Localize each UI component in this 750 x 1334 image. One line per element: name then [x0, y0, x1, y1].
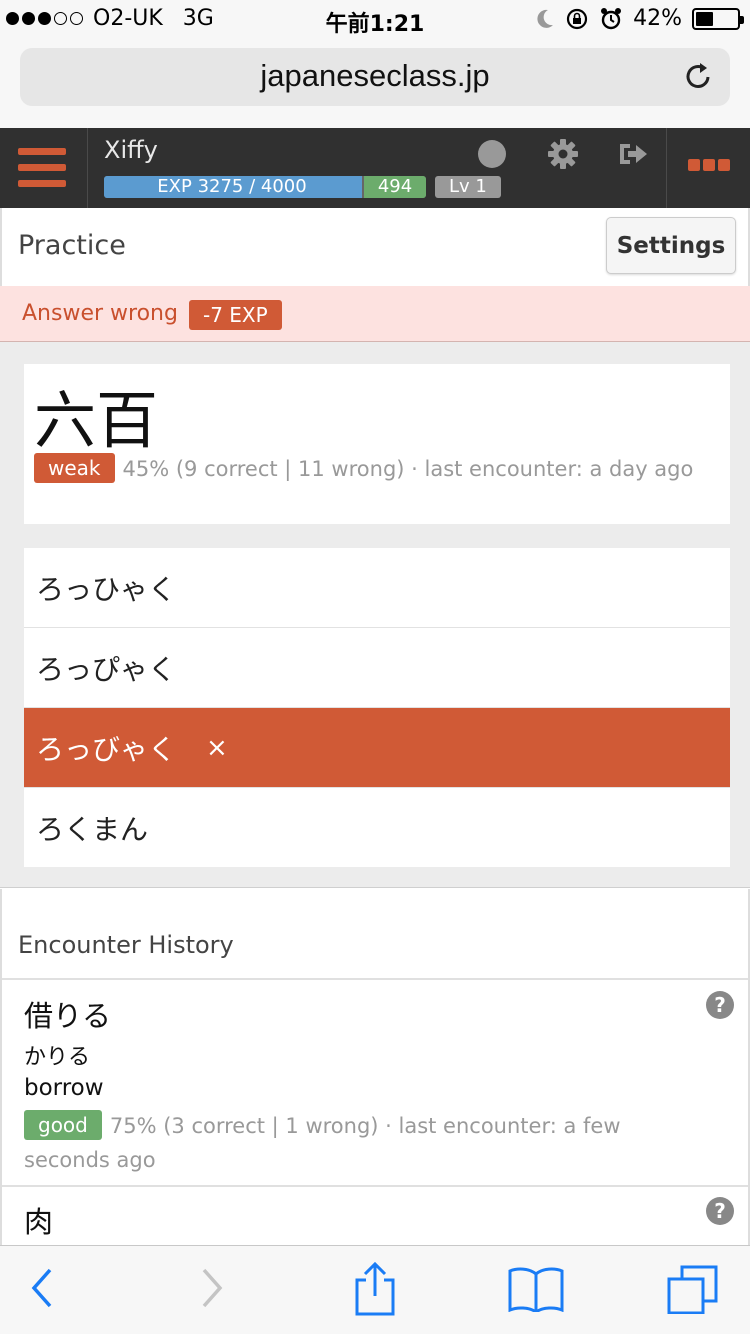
tabs-icon[interactable]: [666, 1264, 720, 1314]
choice-label: ろっびゃく: [36, 732, 177, 766]
entry-stats: good 75% (3 correct | 1 wrong) · last enc…: [24, 1109, 704, 1177]
encounter-history: Encounter History 借りる かりる borrow good 75%…: [0, 889, 750, 1249]
gear-icon[interactable]: [545, 136, 581, 172]
browser-address-area: japaneseclass.jp: [0, 40, 750, 128]
choice-label: ろっひゃく: [36, 572, 177, 606]
choice-1[interactable]: ろっひゃく: [24, 548, 730, 627]
page-title: Practice: [18, 230, 126, 261]
practice-header: Practice Settings: [0, 208, 750, 286]
status-bar: O2-UK 3G 午前1:21 42%: [0, 0, 750, 40]
quiz-area: 六百 weak 45% (9 correct | 11 wrong) · last…: [0, 342, 750, 888]
answer-alert: Answer wrong -7 EXP: [0, 286, 750, 342]
choice-label: ろっぴゃく: [36, 652, 177, 686]
entry-kanji: 借りる: [24, 999, 112, 1033]
rotation-lock-icon: [566, 8, 588, 29]
question-card: 六百 weak 45% (9 correct | 11 wrong) · last…: [24, 364, 730, 524]
app-header: Xiffy EXP 3275 / 4000 494 Lv 1: [0, 128, 750, 208]
header-divider: [87, 128, 88, 208]
status-circle-icon[interactable]: [474, 136, 510, 172]
battery-percent: 42%: [633, 6, 682, 31]
choice-4[interactable]: ろくまん: [24, 787, 730, 867]
question-stats: weak 45% (9 correct | 11 wrong) · last en…: [34, 452, 724, 486]
help-icon[interactable]: ?: [706, 991, 734, 1019]
address-bar[interactable]: japaneseclass.jp: [20, 48, 730, 106]
menu-icon[interactable]: [18, 148, 68, 188]
question-kanji: 六百: [34, 384, 159, 457]
bookmarks-icon[interactable]: [507, 1266, 565, 1312]
weak-tag: weak: [34, 453, 115, 483]
choice-3-wrong[interactable]: ろっびゃく ×: [24, 707, 730, 787]
question-stats-text: 45% (9 correct | 11 wrong) · last encoun…: [122, 457, 694, 481]
settings-button[interactable]: Settings: [606, 217, 736, 274]
history-title: Encounter History: [18, 931, 234, 959]
exp-text: EXP 3275 / 4000: [157, 176, 307, 197]
entry-kanji: 肉: [24, 1205, 54, 1239]
username[interactable]: Xiffy: [104, 136, 158, 164]
exp-penalty-badge: -7 EXP: [189, 300, 282, 330]
help-icon[interactable]: ?: [706, 1197, 734, 1225]
moon-icon: [537, 9, 554, 28]
choice-label: ろくまん: [36, 812, 149, 846]
entry-stats-text: 75% (3 correct | 1 wrong) · last encount…: [24, 1114, 621, 1172]
wrong-mark-icon: ×: [206, 732, 228, 763]
alarm-icon: [601, 7, 622, 29]
browser-toolbar: [0, 1245, 750, 1334]
battery-icon: [692, 7, 744, 30]
share-icon[interactable]: [350, 1260, 400, 1316]
exp-progress-bar: EXP 3275 / 4000 494: [104, 176, 426, 198]
forward-icon[interactable]: [196, 1264, 226, 1312]
entry-meaning: borrow: [24, 1075, 104, 1101]
more-icon[interactable]: [688, 159, 730, 171]
choice-2[interactable]: ろっぴゃく: [24, 627, 730, 707]
header-divider-right: [666, 128, 667, 208]
divider: [2, 1185, 748, 1187]
back-icon[interactable]: [28, 1264, 58, 1312]
good-tag: good: [24, 1110, 102, 1140]
level-badge: Lv 1: [435, 176, 501, 198]
status-right: 42%: [535, 6, 744, 31]
url-text[interactable]: japaneseclass.jp: [20, 58, 730, 94]
divider: [2, 978, 748, 980]
alert-message: Answer wrong: [22, 301, 178, 326]
points-badge: 494: [364, 176, 426, 198]
entry-reading: かりる: [24, 1045, 91, 1070]
logout-icon[interactable]: [616, 136, 652, 172]
reload-icon[interactable]: [682, 60, 716, 94]
answer-choices: ろっひゃく ろっぴゃく ろっびゃく × ろくまん: [24, 548, 730, 867]
